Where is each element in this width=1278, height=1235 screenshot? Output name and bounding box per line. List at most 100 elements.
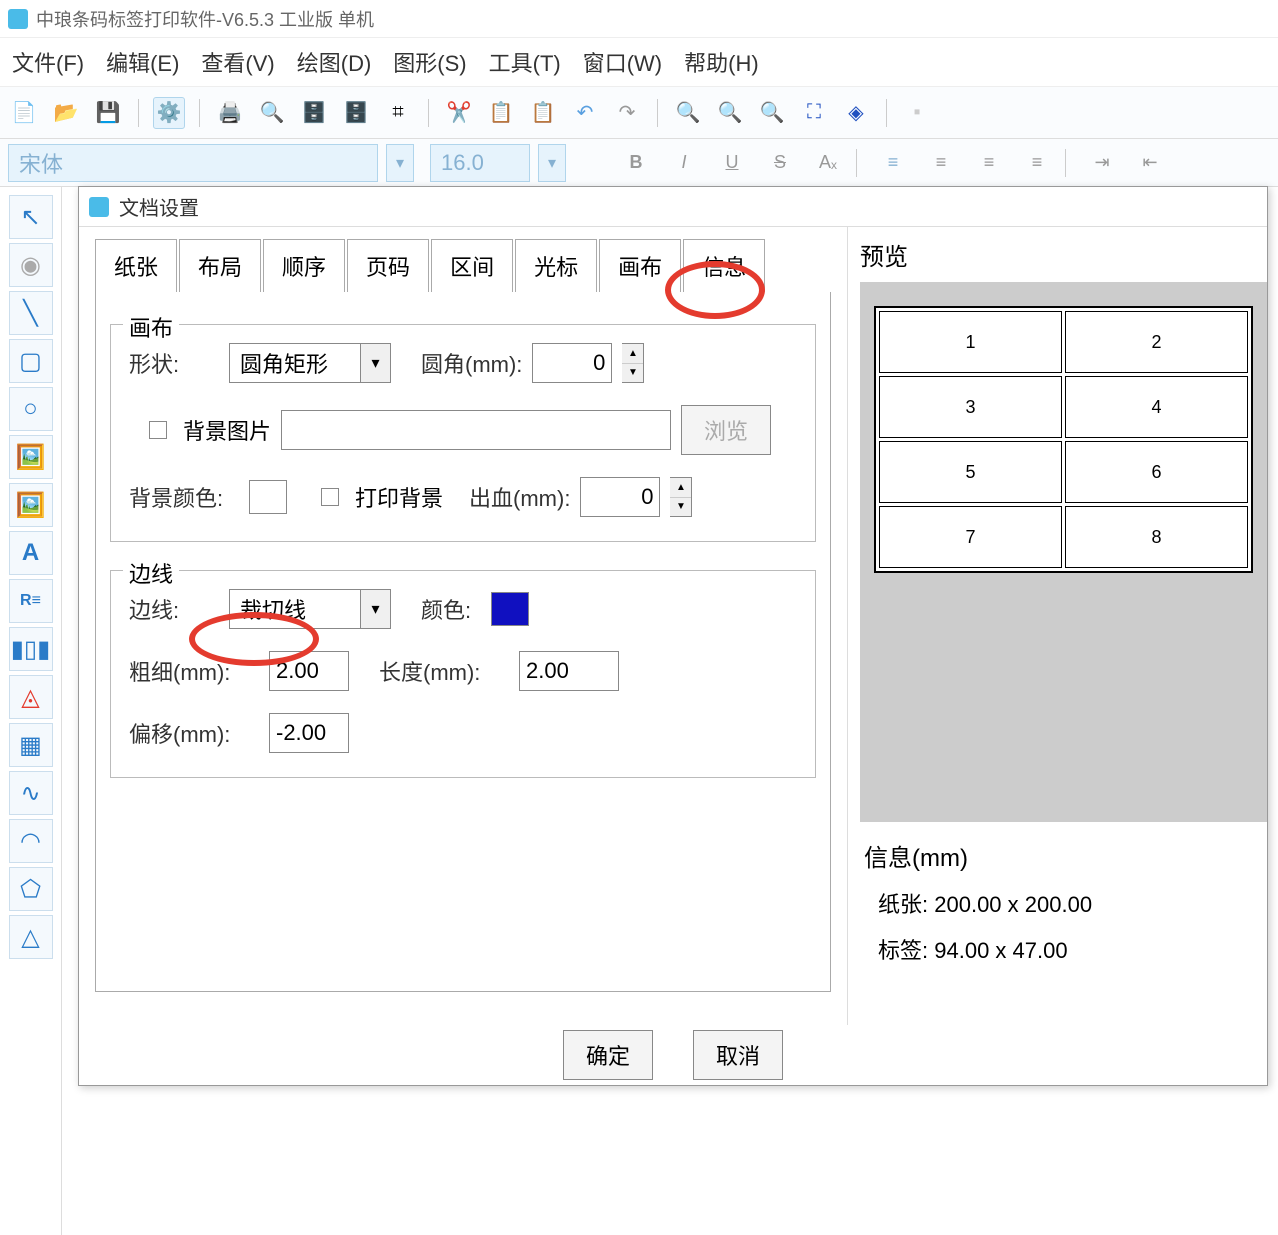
align-center-icon[interactable]: ≡: [925, 147, 957, 179]
zoom-in-icon[interactable]: 🔍: [672, 97, 704, 129]
picture-icon[interactable]: 🖼️: [9, 483, 53, 527]
indent-icon[interactable]: ⇥: [1086, 147, 1118, 179]
italic-icon[interactable]: I: [668, 147, 700, 179]
bleed-input[interactable]: [580, 477, 660, 517]
gear-icon[interactable]: ⚙️: [153, 97, 185, 129]
arc-icon[interactable]: ◠: [9, 819, 53, 863]
menu-draw[interactable]: 绘图(D): [297, 46, 372, 78]
font-name-input[interactable]: 宋体: [8, 144, 378, 182]
corner-input[interactable]: [532, 343, 612, 383]
more-icon[interactable]: ▪: [901, 97, 933, 129]
menu-tool[interactable]: 工具(T): [489, 46, 561, 78]
zoom-icon[interactable]: 🔍: [756, 97, 788, 129]
menu-edit[interactable]: 编辑(E): [106, 46, 179, 78]
image-icon[interactable]: 🖼️: [9, 435, 53, 479]
app-icon: [8, 9, 28, 29]
preview-cell: 4: [1065, 376, 1248, 438]
line-icon[interactable]: ╲: [9, 291, 53, 335]
barcode-icon[interactable]: ▮▯▮: [9, 627, 53, 671]
menu-view[interactable]: 查看(V): [201, 46, 274, 78]
font-name-dropdown-icon[interactable]: ▾: [386, 144, 414, 182]
rounded-rect-icon[interactable]: ▢: [9, 339, 53, 383]
grid-icon[interactable]: ⌗: [382, 97, 414, 129]
database-add-icon[interactable]: 🗄️: [340, 97, 372, 129]
save-icon[interactable]: 💾: [92, 97, 124, 129]
menu-shape[interactable]: 图形(S): [393, 46, 466, 78]
pointer-icon[interactable]: ↖: [9, 195, 53, 239]
toolbar-main: 📄 📂 💾 ⚙️ 🖨️ 🔍 🗄️ 🗄️ ⌗ ✂️ 📋 📋 ↶ ↷ 🔍 🔍 🔍 ⛶…: [0, 87, 1278, 139]
border-combo[interactable]: 裁切线 ▾: [229, 589, 391, 629]
menu-file[interactable]: 文件(F): [12, 46, 84, 78]
qrcode-icon[interactable]: ◬: [9, 675, 53, 719]
copy-icon[interactable]: 📋: [485, 97, 517, 129]
preview-cell: 3: [879, 376, 1062, 438]
dropdown-icon[interactable]: ▾: [360, 344, 390, 382]
font-size-dropdown-icon[interactable]: ▾: [538, 144, 566, 182]
table-icon[interactable]: ▦: [9, 723, 53, 767]
tab-layout[interactable]: 布局: [179, 239, 261, 292]
cancel-button[interactable]: 取消: [693, 1030, 783, 1080]
tab-paper[interactable]: 纸张: [95, 239, 177, 292]
thick-input[interactable]: [269, 651, 349, 691]
text-icon[interactable]: A: [9, 531, 53, 575]
tab-canvas[interactable]: 画布: [599, 239, 681, 292]
open-icon[interactable]: 📂: [50, 97, 82, 129]
tab-page[interactable]: 页码: [347, 239, 429, 292]
ok-button[interactable]: 确定: [563, 1030, 653, 1080]
paste-icon[interactable]: 📋: [527, 97, 559, 129]
border-color-swatch[interactable]: [491, 592, 529, 626]
menu-help[interactable]: 帮助(H): [684, 46, 759, 78]
strike-icon[interactable]: S: [764, 147, 796, 179]
border-label: 边线:: [129, 593, 219, 625]
bgimg-path-input[interactable]: [281, 410, 671, 450]
info-section: 信息(mm) 纸张: 200.00 x 200.00 标签: 94.00 x 4…: [860, 822, 1267, 981]
polygon-icon[interactable]: ⬠: [9, 867, 53, 911]
length-label: 长度(mm):: [379, 655, 509, 687]
rotate-icon[interactable]: ◉: [9, 243, 53, 287]
ellipse-icon[interactable]: ○: [9, 387, 53, 431]
preview-cell: 6: [1065, 441, 1248, 503]
tab-info[interactable]: 信息: [683, 239, 765, 292]
zoom-fit-icon[interactable]: ⛶: [798, 97, 830, 129]
separator: [886, 99, 887, 127]
dropdown-icon[interactable]: ▾: [360, 590, 390, 628]
shape-combo[interactable]: 圆角矩形 ▾: [229, 343, 391, 383]
canvas-legend: 画布: [123, 311, 179, 343]
bold-icon[interactable]: B: [620, 147, 652, 179]
bgimg-checkbox[interactable]: [149, 421, 167, 439]
length-input[interactable]: [519, 651, 619, 691]
zoom-actual-icon[interactable]: ◈: [840, 97, 872, 129]
shape-label: 形状:: [129, 347, 219, 379]
redo-icon[interactable]: ↷: [611, 97, 643, 129]
bleed-spinner[interactable]: ▲▼: [670, 477, 692, 517]
tab-order[interactable]: 顺序: [263, 239, 345, 292]
menu-window[interactable]: 窗口(W): [583, 46, 662, 78]
align-left-icon[interactable]: ≡: [877, 147, 909, 179]
browse-button[interactable]: 浏览: [681, 405, 771, 455]
richtext-icon[interactable]: R≡: [9, 579, 53, 623]
new-icon[interactable]: 📄: [8, 97, 40, 129]
bgcolor-swatch[interactable]: [249, 480, 287, 514]
align-justify-icon[interactable]: ≡: [1021, 147, 1053, 179]
align-right-icon[interactable]: ≡: [973, 147, 1005, 179]
triangle-icon[interactable]: △: [9, 915, 53, 959]
font-size-input[interactable]: 16.0: [430, 144, 530, 182]
offset-input[interactable]: [269, 713, 349, 753]
curve-icon[interactable]: ∿: [9, 771, 53, 815]
undo-icon[interactable]: ↶: [569, 97, 601, 129]
database-icon[interactable]: 🗄️: [298, 97, 330, 129]
label-value: 94.00 x 47.00: [934, 938, 1067, 963]
zoom-out-icon[interactable]: 🔍: [714, 97, 746, 129]
cut-icon[interactable]: ✂️: [443, 97, 475, 129]
printbg-checkbox[interactable]: [321, 488, 339, 506]
bgcolor-label: 背景颜色:: [129, 481, 239, 513]
outdent-icon[interactable]: ⇤: [1134, 147, 1166, 179]
print-preview-icon[interactable]: 🔍: [256, 97, 288, 129]
clear-format-icon[interactable]: Aₓ: [812, 147, 844, 179]
print-icon[interactable]: 🖨️: [214, 97, 246, 129]
underline-icon[interactable]: U: [716, 147, 748, 179]
border-value: 裁切线: [230, 589, 360, 629]
tab-cursor[interactable]: 光标: [515, 239, 597, 292]
corner-spinner[interactable]: ▲▼: [622, 343, 644, 383]
tab-range[interactable]: 区间: [431, 239, 513, 292]
